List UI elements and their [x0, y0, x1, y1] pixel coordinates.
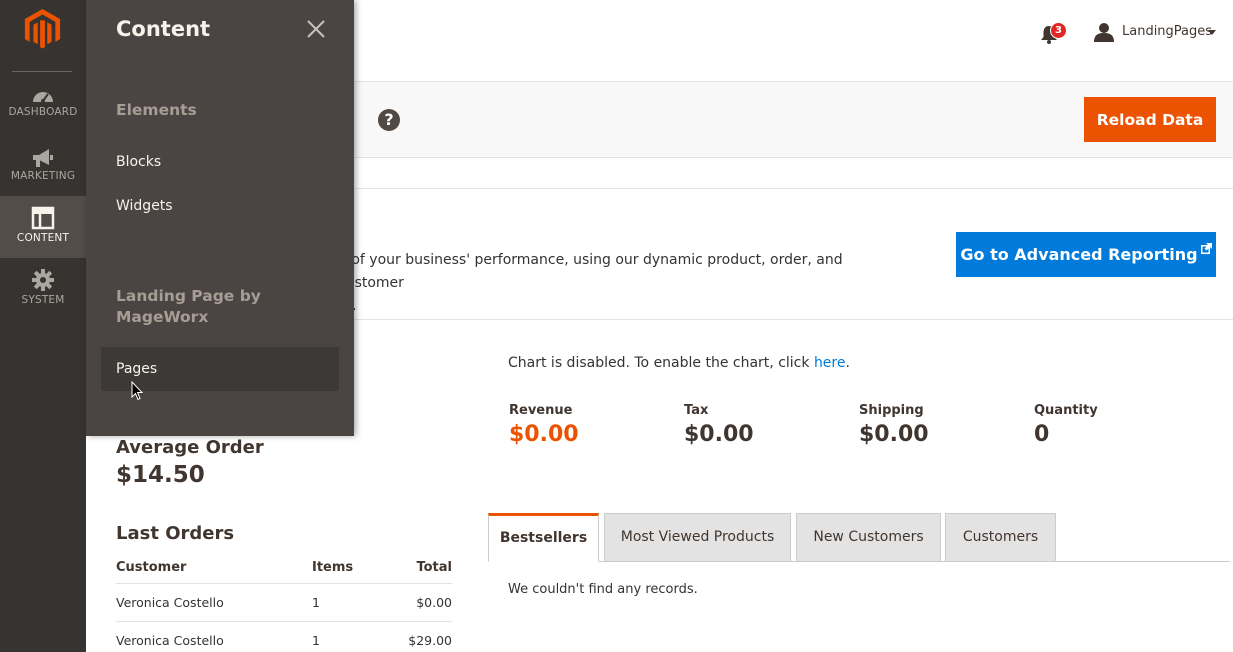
user-icon[interactable]: [1094, 23, 1114, 42]
nav-label-dashboard: DASHBOARD: [8, 106, 78, 118]
table-row[interactable]: Veronica Costello 1 $0.00: [116, 583, 452, 622]
cell-items: 1: [312, 583, 392, 622]
cell-customer: Veronica Costello: [116, 621, 312, 652]
mouse-pointer-icon: [131, 381, 143, 401]
cell-total: $0.00: [392, 583, 452, 622]
cell-customer: Veronica Costello: [116, 583, 312, 622]
nav-label-system: SYSTEM: [21, 294, 65, 306]
gear-icon: [32, 269, 54, 291]
nav-item-dashboard[interactable]: DASHBOARD: [0, 86, 86, 148]
submenu-section-landing-page: Landing Page by MageWorx: [116, 286, 261, 328]
stat-tax: Tax $0.00: [684, 403, 754, 447]
chart-message-text: Chart is disabled. To enable the chart, …: [508, 355, 814, 371]
advanced-reporting-description: d of your business' performance, using o…: [338, 249, 898, 318]
tab-new-customers[interactable]: New Customers: [796, 513, 941, 562]
stat-label: Tax: [684, 403, 709, 418]
stat-quantity: Quantity 0: [1034, 403, 1098, 447]
stat-value: $0.00: [859, 422, 929, 447]
stat-revenue: Revenue $0.00: [509, 403, 579, 447]
last-orders-title: Last Orders: [116, 523, 235, 544]
chart-disabled-message: Chart is disabled. To enable the chart, …: [508, 355, 850, 371]
column-header-customer: Customer: [116, 552, 312, 584]
submenu-item-blocks[interactable]: Blocks: [101, 140, 339, 184]
advanced-reporting-button-label: Go to Advanced Reporting: [960, 245, 1198, 264]
dashboard-icon: [33, 92, 53, 103]
admin-sidebar: DASHBOARD MARKETING CONTENT SYSTEM: [0, 0, 86, 652]
cell-items: 1: [312, 621, 392, 652]
layout-icon: [31, 206, 55, 230]
nav-divider: [12, 71, 72, 72]
column-header-total: Total: [392, 552, 452, 584]
megaphone-icon: [33, 149, 53, 167]
stat-value: 0: [1034, 422, 1050, 447]
table-row[interactable]: Veronica Costello 1 $29.00: [116, 621, 452, 652]
nav-item-content[interactable]: CONTENT: [0, 196, 86, 258]
chevron-down-icon[interactable]: [1208, 30, 1216, 35]
column-header-items: Items: [312, 552, 392, 584]
chart-message-suffix: .: [845, 355, 850, 371]
submenu-section-title-line: Landing Page by: [116, 287, 261, 305]
table-header-row: Customer Items Total: [116, 552, 452, 584]
stat-value: $0.00: [509, 422, 579, 447]
magento-logo-icon[interactable]: [24, 9, 61, 49]
stat-label: Quantity: [1034, 403, 1098, 418]
average-order-value: $14.50: [116, 462, 205, 488]
reload-data-button[interactable]: Reload Data: [1084, 97, 1216, 142]
advanced-reporting-button[interactable]: Go to Advanced Reporting: [956, 232, 1216, 277]
enable-chart-link[interactable]: here: [814, 355, 846, 371]
stat-label: Revenue: [509, 403, 573, 418]
tab-customers[interactable]: Customers: [945, 513, 1056, 562]
tab-most-viewed-products[interactable]: Most Viewed Products: [604, 513, 791, 562]
user-account-name[interactable]: LandingPages: [1122, 24, 1212, 39]
advanced-reporting-text-line: ta.: [338, 295, 898, 318]
nav-label-marketing: MARKETING: [10, 170, 76, 182]
submenu-section-elements: Elements: [116, 101, 197, 119]
last-orders-table: Customer Items Total Veronica Costello 1…: [116, 552, 452, 652]
no-records-message: We couldn't find any records.: [508, 582, 698, 597]
nav-item-system[interactable]: SYSTEM: [0, 268, 86, 330]
cell-total: $29.00: [392, 621, 452, 652]
submenu-title: Content: [116, 17, 211, 41]
stat-label: Shipping: [859, 403, 924, 418]
close-icon[interactable]: [306, 19, 326, 39]
stat-value: $0.00: [684, 422, 754, 447]
external-link-icon: [1200, 243, 1212, 254]
average-order-label: Average Order: [116, 437, 264, 458]
tab-bestsellers[interactable]: Bestsellers: [488, 513, 599, 562]
stat-shipping: Shipping $0.00: [859, 403, 929, 447]
submenu-section-title-line: MageWorx: [116, 308, 209, 326]
submenu-item-widgets[interactable]: Widgets: [101, 184, 339, 228]
help-icon[interactable]: ?: [378, 109, 400, 131]
notification-badge[interactable]: 3: [1050, 22, 1067, 39]
advanced-reporting-text-line: d of your business' performance, using o…: [338, 252, 843, 291]
nav-label-content: CONTENT: [16, 232, 70, 244]
content-submenu-flyout: Content Elements Blocks Widgets Landing …: [86, 0, 354, 436]
